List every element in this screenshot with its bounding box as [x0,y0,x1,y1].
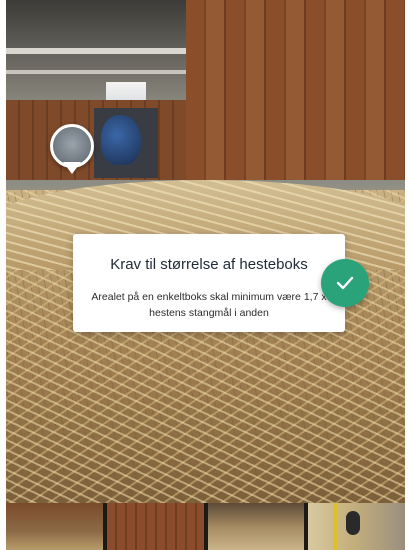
horse-blanket [101,115,141,165]
ceiling-beam [6,70,191,74]
checkmark-icon [336,276,354,290]
thumbnail-stable-view-1[interactable] [6,503,103,550]
location-pin-icon[interactable] [50,124,94,184]
thumbnail-strip [6,503,405,550]
thumbnail-stable-view-3[interactable] [207,503,305,550]
hotspot-pointer [63,162,81,174]
info-card-title: Krav til størrelse af hesteboks [110,256,308,273]
wooden-wall [186,0,405,200]
thumbnail-object [346,511,361,535]
info-card: Krav til størrelse af hesteboks Arealet … [73,234,345,332]
thumbnail-stable-view-4[interactable] [308,503,405,550]
thumbnail-stripe [334,503,339,550]
thumbnail-stable-view-2[interactable] [106,503,204,550]
confirm-button[interactable] [321,259,369,307]
info-card-body: Arealet på en enkeltboks skal minimum væ… [91,291,327,319]
ceiling-beam [6,48,191,54]
stable-ceiling [6,0,191,110]
